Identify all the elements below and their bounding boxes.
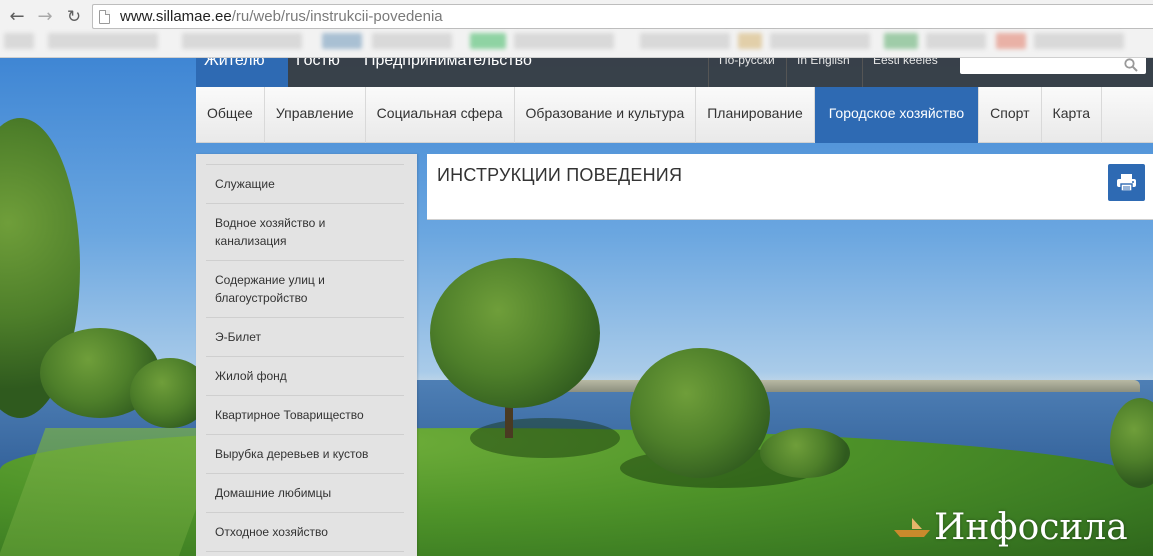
bookmark-item[interactable] — [926, 33, 986, 49]
browser-toolbar: ← → ↻ www.sillamae.ee/ru/web/rus/instruk… — [0, 0, 1153, 58]
search-icon[interactable] — [1124, 58, 1138, 72]
side-item-employees[interactable]: Служащие — [206, 165, 404, 204]
side-item-e-ticket[interactable]: Э-Билет — [206, 318, 404, 357]
top-nav-guest[interactable]: Гостю — [288, 53, 348, 87]
page-title: ИНСТРУКЦИИ ПОВЕДЕНИЯ — [437, 165, 683, 185]
bookmark-item[interactable] — [372, 33, 452, 49]
forward-arrow-icon[interactable]: → — [34, 6, 56, 28]
url-host: www.sillamae.ee — [120, 8, 232, 25]
side-item-housing[interactable]: Жилой фонд — [206, 357, 404, 396]
reload-icon[interactable]: ↻ — [63, 6, 85, 28]
url-text: www.sillamae.ee/ru/web/rus/instrukcii-po… — [120, 8, 443, 25]
menu-item-city-services[interactable]: Городское хозяйство — [814, 87, 980, 143]
bookmark-item[interactable] — [1034, 33, 1124, 49]
bookmark-item[interactable] — [4, 33, 34, 49]
content-header: ИНСТРУКЦИИ ПОВЕДЕНИЯ — [427, 154, 1153, 220]
bookmark-item[interactable] — [738, 33, 762, 49]
boat-logo-icon — [894, 518, 930, 537]
bookmark-item[interactable] — [470, 33, 506, 49]
top-nav-business[interactable]: Предпринимательство — [356, 53, 540, 87]
watermark-text: Инфосила — [934, 506, 1128, 548]
menu-item-administration[interactable]: Управление — [265, 87, 366, 143]
url-path: /ru/web/rus/instrukcii-povedenia — [231, 8, 443, 25]
menu-item-education-culture[interactable]: Образование и культура — [515, 87, 697, 143]
language-english[interactable]: In English — [786, 54, 860, 87]
side-menu-list: Служащие Водное хозяйство и канализация … — [206, 164, 404, 552]
menu-item-planning[interactable]: Планирование — [696, 87, 815, 143]
side-menu: Служащие Водное хозяйство и канализация … — [196, 154, 417, 556]
menu-item-social[interactable]: Социальная сфера — [366, 87, 515, 143]
site-top-bar: Жителю Гостю Предпринимательство По-русс… — [196, 48, 1153, 87]
bookmark-item[interactable] — [884, 33, 918, 49]
print-button[interactable] — [1108, 164, 1145, 201]
back-arrow-icon[interactable]: ← — [6, 6, 28, 28]
bookmark-item[interactable] — [640, 33, 730, 49]
side-item-water[interactable]: Водное хозяйство и канализация — [206, 204, 404, 261]
main-menu: Общее Управление Социальная сфера Образо… — [196, 87, 1153, 143]
side-item-tree-cutting[interactable]: Вырубка деревьев и кустов — [206, 435, 404, 474]
infosila-watermark: Инфосила — [892, 505, 1128, 549]
side-item-waste[interactable]: Отходное хозяйство — [206, 513, 404, 552]
page-icon — [99, 9, 110, 24]
address-bar[interactable]: www.sillamae.ee/ru/web/rus/instrukcii-po… — [92, 4, 1153, 29]
menu-item-general[interactable]: Общее — [196, 87, 265, 143]
side-item-streets[interactable]: Содержание улиц и благоустройство — [206, 261, 404, 318]
menu-item-map[interactable]: Карта — [1042, 87, 1103, 143]
bookmark-item[interactable] — [48, 33, 158, 49]
language-russian[interactable]: По-русски — [708, 54, 785, 87]
top-nav-resident[interactable]: Жителю — [196, 53, 288, 87]
language-estonian[interactable]: Eesti keeles — [862, 54, 948, 87]
bush-center — [630, 348, 770, 478]
bookmarks-bar — [0, 33, 1153, 51]
bookmark-item[interactable] — [514, 33, 614, 49]
bookmark-item[interactable] — [770, 33, 870, 49]
menu-item-sport[interactable]: Спорт — [979, 87, 1042, 143]
side-item-apartment-association[interactable]: Квартирное Товарищество — [206, 396, 404, 435]
tree-center — [430, 258, 600, 408]
bookmark-item[interactable] — [996, 33, 1026, 49]
bookmark-item[interactable] — [322, 33, 362, 49]
tree-shadow — [470, 418, 620, 458]
bush-small — [760, 428, 850, 478]
bookmark-item[interactable] — [182, 33, 302, 49]
printer-icon — [1117, 174, 1136, 192]
side-item-pets[interactable]: Домашние любимцы — [206, 474, 404, 513]
